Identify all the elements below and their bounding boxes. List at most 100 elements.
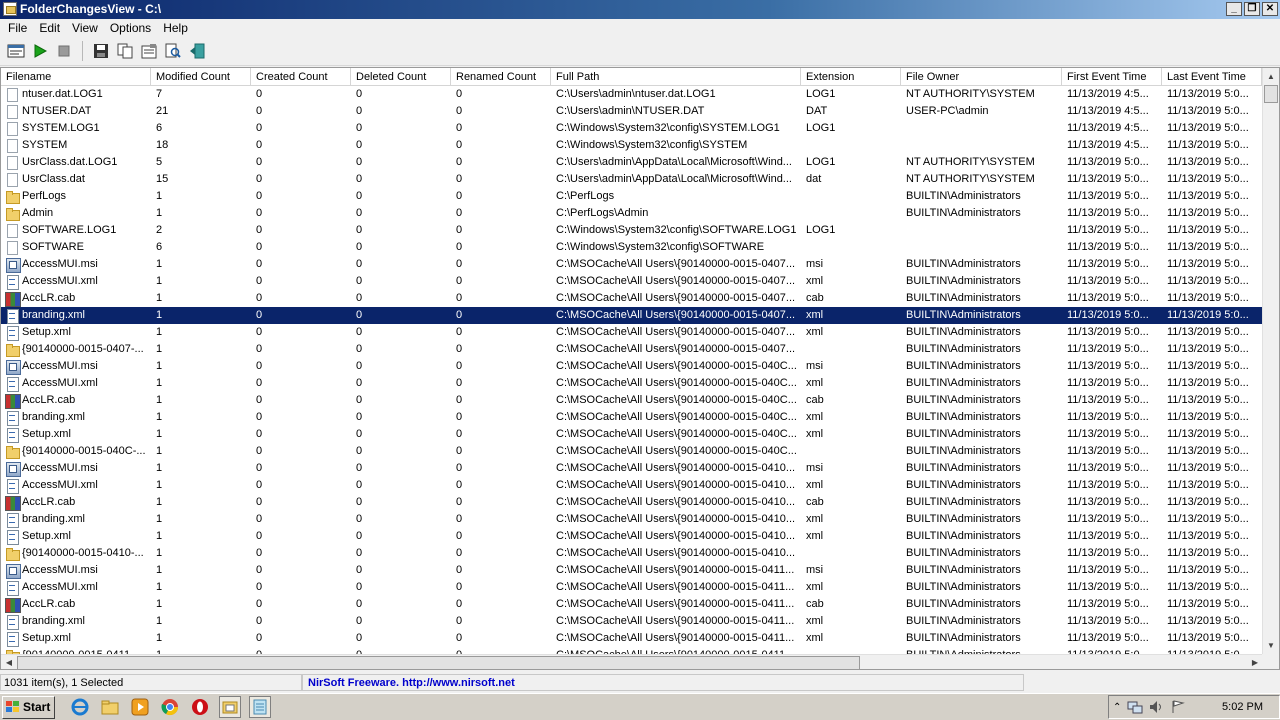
table-row[interactable]: AccessMUI.xml 1 0 0 0 C:\MSOCache\All Users\{…: [1, 375, 1263, 392]
menu-edit[interactable]: Edit: [33, 19, 66, 37]
table-row[interactable]: AccessMUI.msi 1 0 0 0 C:\MSOCache\All Users\{…: [1, 358, 1263, 375]
cell-renamed: 0: [456, 122, 463, 134]
opera-icon[interactable]: [189, 696, 211, 718]
menu-view[interactable]: View: [66, 19, 104, 37]
cell-first: 11/13/2019 5:0...: [1067, 462, 1149, 474]
media-player-icon[interactable]: [129, 696, 151, 718]
table-row[interactable]: Setup.xml 1 0 0 0 C:\MSOCache\All Users\{9014…: [1, 426, 1263, 443]
table-row[interactable]: AccessMUI.msi 1 0 0 0 C:\MSOCache\All Users\{…: [1, 256, 1263, 273]
close-button[interactable]: ✕: [1262, 2, 1278, 16]
find-button[interactable]: [163, 41, 183, 61]
table-row[interactable]: branding.xml 1 0 0 0 C:\MSOCache\All Users\{9…: [1, 409, 1263, 426]
table-row[interactable]: branding.xml 1 0 0 0 C:\MSOCache\All Users\{9…: [1, 613, 1263, 630]
cell-modified: 1: [156, 394, 163, 406]
copy-button[interactable]: [115, 41, 135, 61]
table-row[interactable]: NTUSER.DAT 21 0 0 0 C:\Users\admin\NTUSER.DAT…: [1, 103, 1263, 120]
table-row[interactable]: AccessMUI.xml 1 0 0 0 C:\MSOCache\All Users\{…: [1, 273, 1263, 290]
clock[interactable]: 5:02 PM: [1222, 701, 1263, 713]
folderchangesview-icon[interactable]: [219, 696, 241, 718]
vertical-scrollbar[interactable]: ▲ ▼: [1262, 68, 1279, 654]
notepad-icon[interactable]: [249, 696, 271, 718]
vertical-scroll-thumb[interactable]: [1264, 85, 1278, 103]
cell-first: 11/13/2019 4:5...: [1067, 105, 1149, 117]
show-hidden-icons-icon[interactable]: ⌃: [1113, 702, 1121, 713]
column-header-owner[interactable]: File Owner: [901, 68, 1062, 86]
cell-renamed: 0: [456, 496, 463, 508]
table-row[interactable]: {90140000-0015-0410-... 1 0 0 0 C:\MSOCache\A…: [1, 545, 1263, 562]
cell-last: 11/13/2019 5:0...: [1167, 632, 1249, 644]
column-header-filename[interactable]: Filename: [1, 68, 151, 86]
save-button[interactable]: [91, 41, 111, 61]
table-row[interactable]: ntuser.dat.LOG1 7 0 0 0 C:\Users\admin\ntuser…: [1, 86, 1263, 103]
stop-button[interactable]: [54, 41, 74, 61]
table-row[interactable]: Setup.xml 1 0 0 0 C:\MSOCache\All Users\{9014…: [1, 324, 1263, 341]
action-center-flag-icon[interactable]: [1171, 700, 1186, 714]
table-row[interactable]: Setup.xml 1 0 0 0 C:\MSOCache\All Users\{9014…: [1, 528, 1263, 545]
restore-button[interactable]: ❐: [1244, 2, 1260, 16]
column-header-created[interactable]: Created Count: [251, 68, 351, 86]
start-button[interactable]: [30, 41, 50, 61]
nirsoft-link[interactable]: NirSoft Freeware. http://www.nirsoft.net: [308, 677, 515, 689]
start-button[interactable]: Start: [2, 695, 55, 719]
scroll-right-icon[interactable]: ▶: [1247, 655, 1263, 669]
column-header-modified[interactable]: Modified Count: [151, 68, 251, 86]
scroll-left-icon[interactable]: ◀: [1, 655, 17, 669]
column-header-renamed[interactable]: Renamed Count: [451, 68, 551, 86]
table-row[interactable]: AccLR.cab 1 0 0 0 C:\MSOCache\All Users\{9014…: [1, 290, 1263, 307]
cell-ext: LOG1: [806, 156, 836, 168]
column-header-ext[interactable]: Extension: [801, 68, 901, 86]
menu-help[interactable]: Help: [157, 19, 194, 37]
table-row[interactable]: AccessMUI.xml 1 0 0 0 C:\MSOCache\All Users\{…: [1, 477, 1263, 494]
table-row[interactable]: {90140000-0015-0407-... 1 0 0 0 C:\MSOCache\A…: [1, 341, 1263, 358]
column-header-deleted[interactable]: Deleted Count: [351, 68, 451, 86]
cell-path: C:\MSOCache\All Users\{90140000-0015-040…: [556, 258, 796, 270]
table-row[interactable]: branding.xml 1 0 0 0 C:\MSOCache\All Users\{9…: [1, 307, 1263, 324]
table-row[interactable]: AccLR.cab 1 0 0 0 C:\MSOCache\All Users\{9014…: [1, 596, 1263, 613]
table-row[interactable]: AccLR.cab 1 0 0 0 C:\MSOCache\All Users\{9014…: [1, 392, 1263, 409]
properties-button[interactable]: [139, 41, 159, 61]
cell-owner: BUILTIN\Administrators: [906, 275, 1021, 287]
horizontal-scrollbar[interactable]: ◀ ▶: [1, 654, 1263, 669]
minimize-button[interactable]: _: [1226, 2, 1242, 16]
scroll-down-icon[interactable]: ▼: [1263, 637, 1279, 654]
file-file-icon: [7, 121, 18, 136]
horizontal-scroll-thumb[interactable]: [17, 656, 860, 669]
table-row[interactable]: SOFTWARE 6 0 0 0 C:\Windows\System32\config\S…: [1, 239, 1263, 256]
table-row[interactable]: SYSTEM 18 0 0 0 C:\Windows\System32\config\SY…: [1, 137, 1263, 154]
select-folder-button[interactable]: [6, 41, 26, 61]
table-row[interactable]: UsrClass.dat.LOG1 5 0 0 0 C:\Users\admin\AppD…: [1, 154, 1263, 171]
table-row[interactable]: AccessMUI.msi 1 0 0 0 C:\MSOCache\All Users\{…: [1, 460, 1263, 477]
table-row[interactable]: branding.xml 1 0 0 0 C:\MSOCache\All Users\{9…: [1, 511, 1263, 528]
column-header-first[interactable]: First Event Time: [1062, 68, 1162, 86]
table-row[interactable]: Setup.xml 1 0 0 0 C:\MSOCache\All Users\{9014…: [1, 630, 1263, 647]
table-row[interactable]: {90140000-0015-040C-... 1 0 0 0 C:\MSOCache\A…: [1, 443, 1263, 460]
table-row[interactable]: Admin 1 0 0 0 C:\PerfLogs\Admin BUILTIN\Admini…: [1, 205, 1263, 222]
table-row[interactable]: AccLR.cab 1 0 0 0 C:\MSOCache\All Users\{9014…: [1, 494, 1263, 511]
column-header-last[interactable]: Last Event Time: [1162, 68, 1262, 86]
exit-button[interactable]: [187, 41, 207, 61]
cell-filename: AccLR.cab: [1, 494, 151, 511]
cell-renamed: 0: [456, 326, 463, 338]
menu-options[interactable]: Options: [104, 19, 157, 37]
cell-created: 0: [256, 326, 263, 338]
column-header-path[interactable]: Full Path: [551, 68, 801, 86]
table-row[interactable]: SYSTEM.LOG1 6 0 0 0 C:\Windows\System32\confi…: [1, 120, 1263, 137]
ie-icon[interactable]: [69, 696, 91, 718]
chrome-icon[interactable]: [159, 696, 181, 718]
cell-deleted: 0: [356, 173, 363, 185]
explorer-icon[interactable]: [99, 696, 121, 718]
cell-renamed: 0: [456, 394, 463, 406]
table-row[interactable]: AccessMUI.msi 1 0 0 0 C:\MSOCache\All Users\{…: [1, 562, 1263, 579]
table-row[interactable]: PerfLogs 1 0 0 0 C:\PerfLogs BUILTIN\Administr…: [1, 188, 1263, 205]
cell-first: 11/13/2019 5:0...: [1067, 496, 1149, 508]
menu-file[interactable]: File: [2, 19, 33, 37]
table-row[interactable]: UsrClass.dat 15 0 0 0 C:\Users\admin\AppData\…: [1, 171, 1263, 188]
table-row[interactable]: SOFTWARE.LOG1 2 0 0 0 C:\Windows\System32\con…: [1, 222, 1263, 239]
volume-icon[interactable]: [1149, 700, 1165, 714]
filename-text: AccessMUI.xml: [22, 275, 98, 287]
scroll-up-icon[interactable]: ▲: [1263, 68, 1279, 85]
window-title: FolderChangesView - C:\: [20, 2, 162, 16]
network-icon[interactable]: [1127, 700, 1143, 714]
cell-renamed: 0: [456, 547, 463, 559]
table-row[interactable]: AccessMUI.xml 1 0 0 0 C:\MSOCache\All Users\{…: [1, 579, 1263, 596]
